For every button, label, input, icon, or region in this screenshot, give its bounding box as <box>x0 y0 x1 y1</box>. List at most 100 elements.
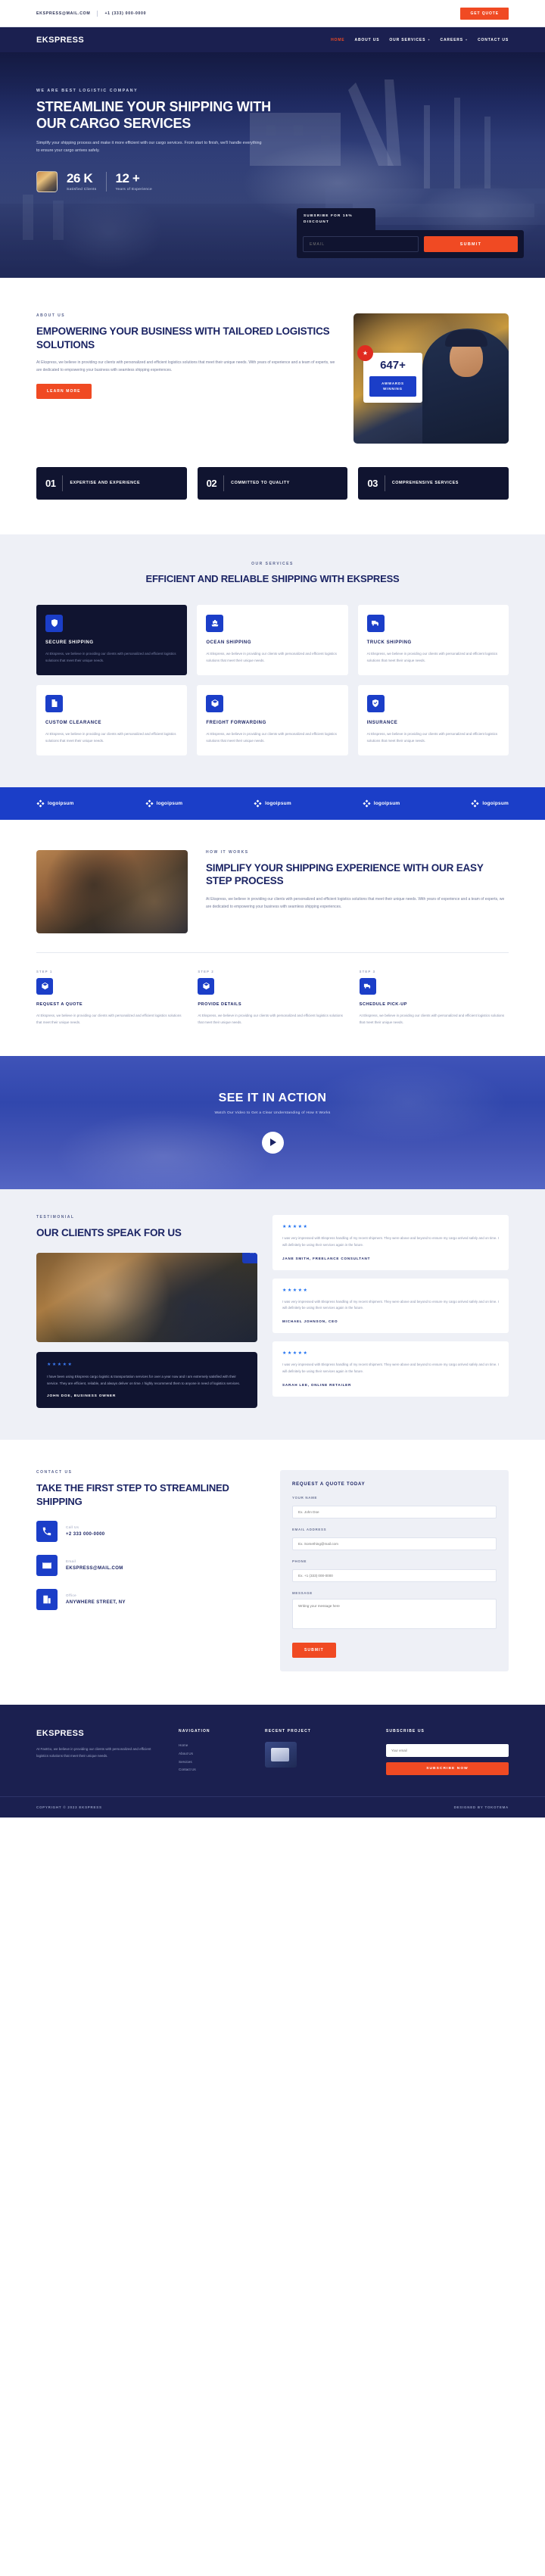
step-title: SCHEDULE PICK-UP <box>359 1001 407 1007</box>
footer-link-about-us[interactable]: About Us <box>179 1750 250 1758</box>
truck-icon <box>359 977 376 995</box>
topbar-phone[interactable]: +1 (333) 000-0000 <box>104 11 146 16</box>
steps-grid: STEP 1 REQUEST A QUOTE At Ekspress, we b… <box>36 952 509 1026</box>
feature-bar-02[interactable]: 02 COMMITTED TO QUALITY <box>197 467 348 500</box>
footer-email-input[interactable] <box>386 1744 509 1758</box>
service-desc: At Ekspress, we believe in providing our… <box>366 731 498 743</box>
feature-number: 02 <box>206 478 217 489</box>
feature-number: 03 <box>367 478 378 489</box>
testimonials-kicker: TESTIMONIAL <box>36 1214 75 1219</box>
get-quote-button[interactable]: GET QUOTE <box>460 7 509 20</box>
footer-link-contact-us[interactable]: Contact Us <box>179 1766 250 1774</box>
services-kicker: OUR SERVICES <box>251 562 294 566</box>
testimonial-card-1: ★★★★★ I was very impressed with Ekspress… <box>272 1214 509 1270</box>
how-title: SIMPLIFY YOUR SHIPPING EXPERIENCE WITH O… <box>206 861 484 887</box>
testimonial-author: JOHN DOE, BUSINESS OWNER <box>47 1394 117 1399</box>
site-footer: EKSPRESS At FastGo, we believe in provid… <box>0 1705 545 1818</box>
nav-item-our-services[interactable]: OUR SERVICES + <box>389 38 430 42</box>
top-bar: EKSPRESS@MAIL.COM +1 (333) 000-0000 GET … <box>0 0 545 27</box>
awards-badge-card: ★ 647+ AWWARDS WINNING <box>357 345 422 403</box>
recent-project-thumbnail[interactable] <box>265 1742 297 1768</box>
featured-testimonial-card: ★★★★★ I have been using Ekspress cargo l… <box>36 1352 257 1409</box>
footer-link-home[interactable]: Home <box>179 1742 250 1750</box>
testimonial-author: JANE SMITH, FREELANCE CONSULTANT <box>282 1256 371 1260</box>
play-icon[interactable] <box>261 1131 284 1154</box>
service-title: OCEAN SHIPPING <box>206 640 252 645</box>
client-logo-5: logoipsum <box>471 799 509 808</box>
feature-title: COMPREHENSIVE SERVICES <box>391 480 459 485</box>
nav-item-contact-us[interactable]: CONTACT US <box>478 38 509 42</box>
box-icon <box>198 977 215 995</box>
contact-section: CONTACT US TAKE THE FIRST STEP TO STREAM… <box>0 1440 545 1705</box>
step-desc: At Ekspress, we believe in providing our… <box>36 1013 182 1024</box>
contact-title: TAKE THE FIRST STEP TO STREAMLINED SHIPP… <box>36 1482 229 1507</box>
service-card-truck-shipping[interactable]: TRUCK SHIPPING At Ekspress, we believe i… <box>357 604 509 675</box>
stat-satisfied-clients: 26 K Satisfied Clients <box>67 172 97 192</box>
rating-stars: ★★★★★ <box>47 1363 73 1368</box>
contact-item-office[interactable]: Office ANYWHERE STREET, NY <box>36 1588 263 1610</box>
phone-input[interactable] <box>292 1569 497 1583</box>
about-section: ABOUT US EMPOWERING YOUR BUSINESS WITH T… <box>0 278 545 444</box>
step-number: STEP 2 <box>198 969 214 973</box>
site-logo[interactable]: EKSPRESS <box>36 36 84 45</box>
feature-bar-03[interactable]: 03 COMPREHENSIVE SERVICES <box>358 467 509 500</box>
hero-kicker: WE ARE BEST LOGISTIC COMPANY <box>36 89 139 93</box>
service-desc: At Ekspress, we believe in providing our… <box>45 651 176 662</box>
service-title: FREIGHT FORWARDING <box>206 720 266 725</box>
footer-link-services[interactable]: Services <box>179 1758 250 1767</box>
step-provide-details: STEP 2 PROVIDE DETAILS At Ekspress, we b… <box>198 970 347 1026</box>
logo-mark-icon <box>254 799 262 808</box>
footer-logo[interactable]: EKSPRESS <box>36 1729 164 1738</box>
nav-item-about-us[interactable]: ABOUT US <box>354 38 379 42</box>
form-title: REQUEST A QUOTE TODAY <box>292 1482 366 1487</box>
service-card-insurance[interactable]: INSURANCE At Ekspress, we believe in pro… <box>357 684 509 755</box>
form-label-phone: PHONE <box>292 1559 307 1564</box>
client-logo-2: logoipsum <box>145 799 183 808</box>
stat-label: Years of Experience <box>115 187 152 192</box>
contact-kicker: CONTACT US <box>36 1470 73 1475</box>
subscribe-card: SUBSRIBE FOR 15% DISCOUNT SUBMIT <box>297 208 524 258</box>
step-request-a-quote: STEP 1 REQUEST A QUOTE At Ekspress, we b… <box>36 970 185 1026</box>
feature-bar-01[interactable]: 01 EXPERTISE AND EXPERIENCE <box>36 467 187 500</box>
video-subtitle: Watch Our Video to Get a Clear Understan… <box>214 1110 331 1115</box>
footer-about-text: At FastGo, we believe in providing our c… <box>36 1747 151 1758</box>
footer-navigation-column: NAVIGATION Home About Us Services Contac… <box>179 1729 250 1774</box>
name-input[interactable] <box>292 1506 497 1519</box>
truck-icon <box>366 614 385 632</box>
service-card-freight-forwarding[interactable]: FREIGHT FORWARDING At Ekspress, we belie… <box>197 684 348 755</box>
service-card-secure-shipping[interactable]: SECURE SHIPPING At Ekspress, we believe … <box>36 604 188 675</box>
email-input[interactable] <box>292 1537 497 1551</box>
message-textarea[interactable] <box>292 1599 497 1630</box>
stats-avatar <box>36 170 58 192</box>
service-card-custom-clearance[interactable]: CUSTOM CLEARANCE At Ekspress, we believe… <box>36 684 188 755</box>
nav-item-careers[interactable]: CAREERS + <box>441 38 469 42</box>
nav-label: CAREERS <box>440 37 463 42</box>
contact-item-call-us[interactable]: Call Us +2 333 000-0000 <box>36 1520 263 1542</box>
testimonials-title: OUR CLIENTS SPEAK FOR US <box>36 1226 182 1238</box>
footer-bottom-bar: COPYRIGHT © 2023 EKSPRESS DESIGNED BY TO… <box>0 1796 545 1818</box>
learn-more-button[interactable]: LEARN MORE <box>36 384 92 400</box>
nav-item-home[interactable]: HOME <box>331 38 344 42</box>
topbar-email[interactable]: EKSPRESS@MAIL.COM <box>36 11 90 16</box>
nav-menu: HOME ABOUT US OUR SERVICES + CAREERS + CON… <box>331 38 509 42</box>
contact-value: +2 333 000-0000 <box>66 1532 105 1537</box>
step-title: PROVIDE DETAILS <box>198 1001 242 1007</box>
contact-item-email[interactable]: Email EKSPRESS@MAIL.COM <box>36 1554 263 1576</box>
step-number: STEP 1 <box>36 969 53 973</box>
stat-label: Satisfied Clients <box>67 187 97 192</box>
logo-text: logoipsum <box>265 800 291 806</box>
form-label-email: EMAIL ADDRESS <box>292 1528 327 1532</box>
service-card-ocean-shipping[interactable]: OCEAN SHIPPING At Ekspress, we believe i… <box>197 604 348 675</box>
form-submit-button[interactable]: SUBMIT <box>292 1643 336 1659</box>
shield-check-icon <box>366 694 385 712</box>
footer-project-heading: RECENT PROJECT <box>265 1729 311 1734</box>
step-title: REQUEST A QUOTE <box>36 1001 83 1007</box>
footer-about-column: EKSPRESS At FastGo, we believe in provid… <box>36 1729 164 1759</box>
testimonial-text: I was very impressed with Ekspress handl… <box>282 1363 499 1373</box>
subscribe-email-input[interactable] <box>303 236 419 252</box>
feature-bars-section: 01 EXPERTISE AND EXPERIENCE 02 COMMITTED… <box>0 444 545 534</box>
contact-label: Call Us <box>66 1525 79 1530</box>
logo-text: logoipsum <box>156 800 183 806</box>
subscribe-submit-button[interactable]: SUBMIT <box>424 236 518 252</box>
footer-subscribe-button[interactable]: SUBSCRIBE NOW <box>386 1762 509 1776</box>
